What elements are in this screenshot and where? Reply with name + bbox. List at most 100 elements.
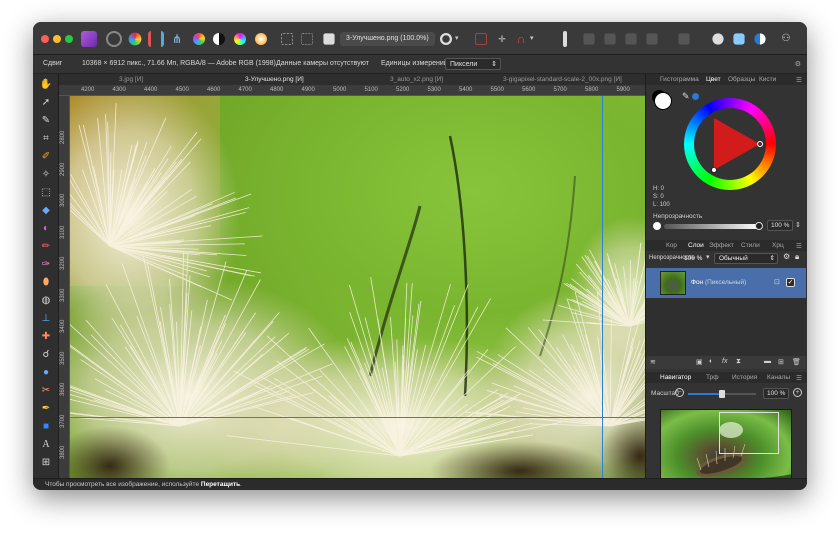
- folder-icon[interactable]: ▬: [764, 358, 771, 365]
- layer-opacity-value[interactable]: 100 %: [684, 255, 702, 262]
- mask-layer-icon[interactable]: ▣: [696, 358, 703, 366]
- gear-icon[interactable]: ⚙: [783, 252, 790, 261]
- color-picker-tool-icon[interactable]: ✎: [39, 114, 53, 127]
- guide-line-vertical[interactable]: [602, 96, 603, 478]
- shape-tool-icon[interactable]: ■: [39, 420, 53, 433]
- tab-styles[interactable]: Стили: [741, 242, 760, 249]
- paint-brush-tool-icon[interactable]: ✏: [39, 240, 53, 253]
- foreground-color-swatch[interactable]: [654, 92, 672, 110]
- layers-stack-icon[interactable]: ≋: [650, 358, 656, 366]
- arrange-backward-icon[interactable]: [604, 33, 616, 45]
- tab-transform[interactable]: Трф: [706, 374, 719, 381]
- erase-brush-tool-icon[interactable]: ✑: [39, 258, 53, 271]
- invert-selection-icon[interactable]: [323, 33, 335, 45]
- levels-icon[interactable]: [213, 33, 225, 45]
- snapping-icon[interactable]: ✛: [494, 31, 510, 47]
- affinity-photo-logo-icon[interactable]: [81, 31, 97, 47]
- adjustment-layer-icon[interactable]: ◐: [709, 358, 713, 365]
- trash-icon[interactable]: 🗑︎: [792, 358, 801, 366]
- smudge-tool-icon[interactable]: ☌: [39, 348, 53, 361]
- marquee-selection-icon[interactable]: [281, 33, 293, 45]
- gear-icon[interactable]: ⚙: [795, 60, 801, 68]
- align-icon[interactable]: [678, 33, 690, 45]
- tab-layers[interactable]: Слои: [688, 242, 704, 249]
- lock-icon[interactable]: ⊡: [774, 278, 780, 286]
- chevron-down-icon[interactable]: ▾: [530, 31, 546, 47]
- select-all-icon[interactable]: [301, 33, 313, 45]
- zoom-slider-handle[interactable]: [719, 390, 725, 398]
- add-layer-icon[interactable]: ⊞: [778, 358, 784, 366]
- arrange-front-icon[interactable]: [646, 33, 658, 45]
- tab-history[interactable]: История: [732, 374, 757, 381]
- assistant-icon[interactable]: [712, 33, 724, 45]
- tab-histogram[interactable]: Гистограмма: [660, 76, 699, 83]
- close-window-button[interactable]: [41, 35, 49, 43]
- color-wheel[interactable]: [684, 98, 776, 190]
- blur-tool-icon[interactable]: ●: [39, 366, 53, 379]
- tab-channels[interactable]: Каналы: [767, 374, 790, 381]
- zoom-slider[interactable]: [688, 390, 756, 398]
- share-icon[interactable]: ⋔: [169, 31, 185, 47]
- move-tool-icon[interactable]: ➚: [39, 96, 53, 109]
- grid-icon[interactable]: [475, 33, 487, 45]
- blend-mode-select[interactable]: Обычный ⇕: [714, 253, 778, 264]
- image-canvas[interactable]: [70, 96, 645, 478]
- chevron-down-icon[interactable]: ▾: [706, 253, 710, 261]
- persona-develop-icon[interactable]: [148, 31, 164, 47]
- tab-document[interactable]: 3.jpg [И]: [119, 76, 143, 83]
- opacity-slider-handle[interactable]: [755, 222, 763, 230]
- white-balance-icon[interactable]: [255, 33, 267, 45]
- tab-swatches[interactable]: Образцы: [728, 76, 755, 83]
- lock-icon[interactable]: 🔒︎: [795, 252, 799, 262]
- arrange-forward-icon[interactable]: [625, 33, 637, 45]
- tab-document[interactable]: 3-Улучшено.png [И]: [245, 76, 304, 83]
- guide-line-horizontal[interactable]: [70, 417, 645, 418]
- units-select[interactable]: Пиксели ⇕: [445, 58, 501, 70]
- persona-photo-icon[interactable]: [106, 31, 122, 47]
- dodge-tool-icon[interactable]: ⬮: [39, 276, 53, 289]
- studio-icon[interactable]: [733, 33, 745, 45]
- text-tool-icon[interactable]: A: [39, 438, 53, 451]
- opacity-slider[interactable]: [664, 224, 760, 229]
- marquee-tool-icon[interactable]: ⬚: [39, 186, 53, 199]
- tab-document[interactable]: 3_auto_x2.png [И]: [390, 76, 443, 83]
- zoom-value[interactable]: 100 %: [763, 388, 790, 399]
- quick-mask-icon[interactable]: [440, 33, 452, 45]
- red-eye-tool-icon[interactable]: ✂: [39, 384, 53, 397]
- tab-adjustments[interactable]: Кор: [666, 242, 677, 249]
- document-title[interactable]: 3-Улучшено.png (100.0%): [340, 32, 435, 46]
- mesh-warp-tool-icon[interactable]: ⊞: [39, 456, 53, 469]
- healing-brush-tool-icon[interactable]: ✚: [39, 330, 53, 343]
- layer-visibility-checkbox[interactable]: ✓: [786, 278, 795, 287]
- layer-row[interactable]: Фон (Пиксельный) ⊡ ✓: [646, 268, 806, 298]
- arrange-back-icon[interactable]: [583, 33, 595, 45]
- zoom-pixel-tool-icon[interactable]: ◍: [39, 294, 53, 307]
- brush-icon[interactable]: [563, 31, 567, 47]
- fill-tool-icon[interactable]: ◆: [39, 204, 53, 217]
- flood-select-tool-icon[interactable]: ✧: [39, 168, 53, 181]
- tab-effects[interactable]: Эффект: [709, 242, 734, 249]
- user-icon[interactable]: ⚇: [778, 31, 794, 47]
- magnet-icon[interactable]: ∩: [513, 31, 529, 47]
- color-wheel-icon[interactable]: [193, 33, 205, 45]
- tab-color[interactable]: Цвет: [706, 76, 721, 83]
- opacity-value[interactable]: 100 %: [767, 220, 794, 231]
- chevron-down-icon[interactable]: ▾: [455, 31, 471, 47]
- crop-tool-icon[interactable]: ⌗: [39, 132, 53, 145]
- navigator-viewport-frame[interactable]: [719, 412, 779, 454]
- view-mode-icon[interactable]: [754, 33, 766, 45]
- zoom-out-icon[interactable]: −: [675, 388, 684, 397]
- panel-menu-icon[interactable]: ☰: [796, 374, 802, 382]
- panel-menu-icon[interactable]: ☰: [796, 76, 802, 84]
- selection-brush-tool-icon[interactable]: ✐: [39, 150, 53, 163]
- minimize-window-button[interactable]: [53, 35, 61, 43]
- panel-menu-icon[interactable]: ☰: [796, 242, 802, 250]
- tab-navigator[interactable]: Навигатор: [660, 374, 691, 381]
- maximize-window-button[interactable]: [65, 35, 73, 43]
- hand-tool-icon[interactable]: ✋: [39, 78, 53, 91]
- tab-document[interactable]: 3-gigapixel-standard-scale-2_00x.png [И]: [503, 76, 622, 83]
- zoom-in-icon[interactable]: +: [793, 388, 802, 397]
- tab-brushes[interactable]: Кисти: [759, 76, 776, 83]
- stepper-icon[interactable]: ⇕: [795, 221, 801, 229]
- pen-tool-icon[interactable]: ✒: [39, 402, 53, 415]
